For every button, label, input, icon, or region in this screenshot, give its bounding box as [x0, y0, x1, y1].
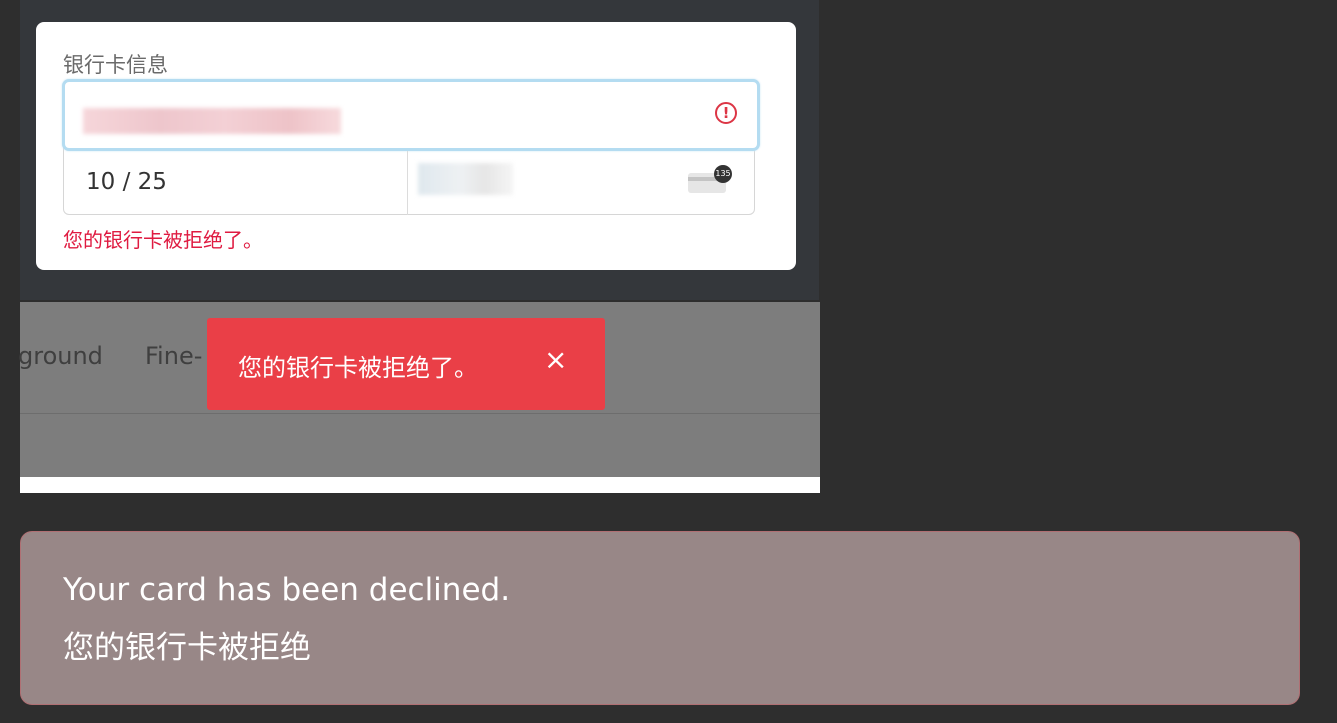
content-edge [20, 477, 820, 493]
toast-message: 您的银行卡被拒绝了。 [238, 354, 478, 382]
cvc-badge: 135 [714, 165, 732, 183]
close-icon[interactable]: × [544, 346, 567, 374]
nav-item-fine[interactable]: Fine- [145, 342, 202, 370]
card-input-group: ! 10 / 25 135 [62, 79, 760, 215]
redacted-card-number [83, 108, 341, 134]
toast-screenshot: ground Fine- 您的银行卡被拒绝了。 × [18, 302, 820, 493]
alert-circle-icon: ! [715, 102, 737, 124]
card-number-field[interactable]: ! [62, 79, 760, 151]
translation-note: Your card has been declined. 您的银行卡被拒绝 [20, 531, 1300, 705]
card-error-message: 您的银行卡被拒绝了。 [63, 228, 263, 252]
cvc-card-icon: 135 [688, 165, 732, 193]
card-info-label: 银行卡信息 [63, 53, 168, 77]
card-info-panel: 银行卡信息 ! 10 / 25 135 您的银行卡被拒绝了。 [36, 22, 796, 270]
expiry-field[interactable]: 10 / 25 [86, 169, 167, 195]
payment-screenshot: 银行卡信息 ! 10 / 25 135 您的银行卡被拒绝了。 [20, 0, 819, 300]
nav-divider [20, 413, 820, 414]
cvc-field[interactable] [418, 163, 513, 195]
error-toast: 您的银行卡被拒绝了。 × [207, 318, 605, 410]
field-divider [407, 151, 408, 215]
nav-item-background[interactable]: ground [18, 342, 103, 370]
note-english: Your card has been declined. [63, 572, 511, 608]
note-chinese: 您的银行卡被拒绝 [63, 630, 311, 666]
